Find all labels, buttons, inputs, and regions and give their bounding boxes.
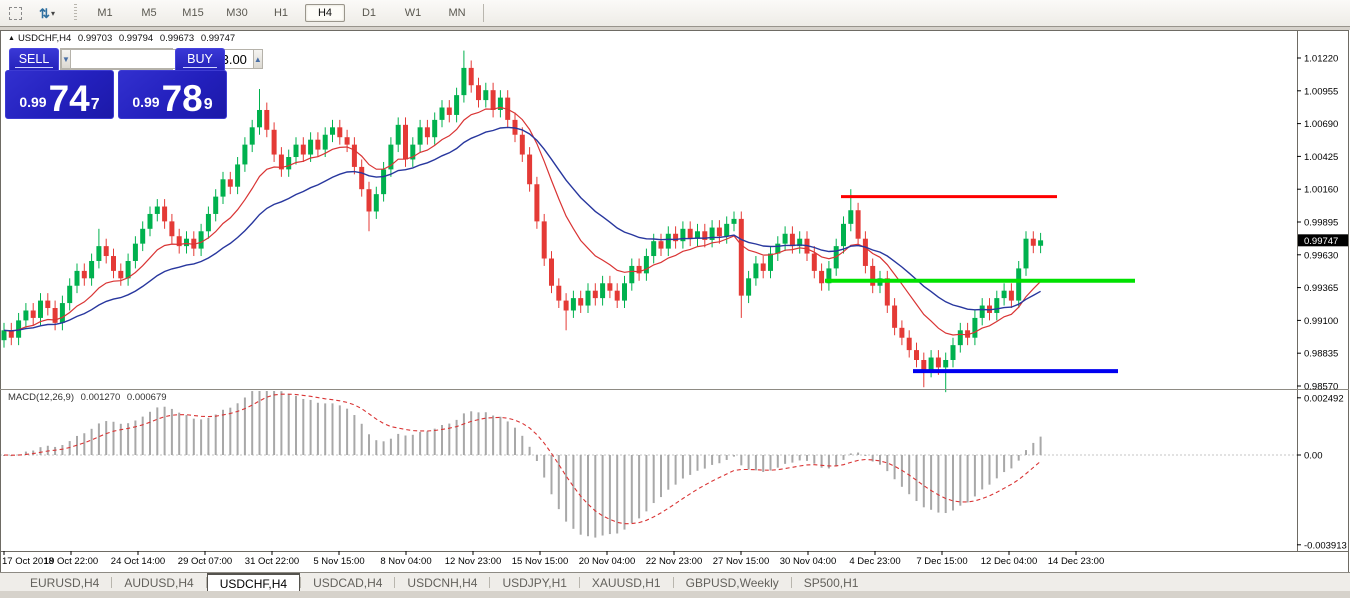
- arrange-charts-icon[interactable]: ⇅ ▾: [30, 3, 64, 23]
- buy-price-pips: 78: [162, 83, 203, 114]
- time-axis-label: 12 Dec 04:00: [981, 556, 1038, 567]
- timeframe-button-M5[interactable]: M5: [129, 4, 169, 22]
- sell-button[interactable]: SELL: [9, 48, 59, 70]
- chart-tab-USDJPY-H1[interactable]: USDJPY,H1: [490, 573, 578, 592]
- time-axis-label: 8 Nov 04:00: [380, 556, 431, 567]
- price-axis: 1.01220 1.00955 1.00690 1.00425 1.00160 0.998…: [1297, 54, 1348, 393]
- price-axis-label: 0.99630: [1304, 250, 1338, 261]
- toolbar-separator: [483, 4, 484, 22]
- selection-tool-icon[interactable]: [4, 3, 26, 23]
- chart-tab-AUDUSD-H4[interactable]: AUDUSD,H4: [112, 573, 205, 592]
- timeframe-button-D1[interactable]: D1: [349, 4, 389, 22]
- chart-tab-USDCAD-H4[interactable]: USDCAD,H4: [301, 573, 394, 592]
- ohlc-high: 0.99794: [119, 33, 153, 44]
- timeframe-button-H1[interactable]: H1: [261, 4, 301, 22]
- macd-axis-label: -0.003913: [1304, 540, 1347, 551]
- time-axis-label: 22 Nov 23:00: [646, 556, 703, 567]
- price-axis-label: 1.00690: [1304, 119, 1338, 130]
- price-axis-label: 0.98835: [1304, 349, 1338, 360]
- macd-axis-label: 0.002492: [1304, 393, 1344, 404]
- time-axis-label: 5 Nov 15:00: [313, 556, 364, 567]
- chart-tab-USDCHF-H4[interactable]: USDCHF,H4: [207, 573, 300, 592]
- volume-increase-button[interactable]: ▲: [253, 49, 263, 69]
- arrange-arrows-icon: ⇅: [39, 7, 50, 20]
- ohlc-low: 0.99673: [160, 33, 194, 44]
- sell-price-point: 7: [91, 96, 100, 114]
- price-axis-label: 0.99365: [1304, 283, 1338, 294]
- timeframe-button-M30[interactable]: M30: [217, 4, 257, 22]
- macd-axis: 0.002492 0.00 -0.003913: [1297, 393, 1347, 551]
- time-axis-label: 27 Nov 15:00: [713, 556, 770, 567]
- sell-price-pips: 74: [49, 83, 90, 114]
- macd-indicator-header: MACD(12,26,9) 0.001270 0.000679: [8, 392, 171, 403]
- time-axis-label: 14 Dec 23:00: [1048, 556, 1105, 567]
- macd-histogram: [3, 391, 1042, 538]
- time-axis: 17 Oct 201819 Oct 22:0024 Oct 14:0029 Oc…: [2, 551, 1104, 567]
- price-axis-label: 1.00160: [1304, 185, 1338, 196]
- ohlc-open: 0.99703: [78, 33, 112, 44]
- sell-price-panel[interactable]: 0.99 74 7: [5, 70, 114, 119]
- buy-price-prefix: 0.99: [132, 94, 159, 110]
- time-axis-label: 7 Dec 15:00: [916, 556, 967, 567]
- price-axis-label: 1.01220: [1304, 54, 1338, 65]
- timeframe-button-H4[interactable]: H4: [305, 4, 345, 22]
- macd-signal-value: 0.000679: [127, 392, 167, 403]
- buy-price-panel[interactable]: 0.99 78 9: [118, 70, 227, 119]
- sell-price-prefix: 0.99: [19, 94, 46, 110]
- symbol-header: ▲USDCHF,H4 0.99703 0.99794 0.99673 0.997…: [8, 33, 239, 44]
- price-axis-label: 0.99895: [1304, 217, 1338, 228]
- price-axis-label: 0.99100: [1304, 316, 1338, 327]
- buy-button-label: BUY: [183, 52, 217, 68]
- mt4-terminal: { "toolbar": { "tools": [ {"name": "sele…: [0, 0, 1350, 598]
- chart-tab-GBPUSD-Weekly[interactable]: GBPUSD,Weekly: [674, 573, 791, 592]
- volume-input[interactable]: [71, 49, 253, 69]
- time-axis-label: 20 Nov 04:00: [579, 556, 636, 567]
- time-axis-label: 24 Oct 14:00: [111, 556, 165, 567]
- collapse-arrow-icon[interactable]: ▲: [8, 35, 15, 42]
- timeframe-button-M15[interactable]: M15: [173, 4, 213, 22]
- time-axis-label: 30 Nov 04:00: [780, 556, 837, 567]
- chart-tab-EURUSD-H4[interactable]: EURUSD,H4: [18, 573, 111, 592]
- time-axis-label: 19 Oct 22:00: [44, 556, 98, 567]
- current-price-label: 0.99747: [1304, 236, 1338, 247]
- timeframe-button-M1[interactable]: M1: [85, 4, 125, 22]
- one-click-trading-panel: SELL ▼ ▲ BUY 0.99 74 7 0.99 78 9: [5, 48, 227, 119]
- dropdown-caret-icon: ▾: [51, 9, 55, 18]
- ohlc-close: 0.99747: [201, 33, 235, 44]
- buy-price-point: 9: [204, 96, 213, 114]
- chart-tab-USDCNH-H4[interactable]: USDCNH,H4: [395, 573, 489, 592]
- macd-value: 0.001270: [81, 392, 121, 403]
- time-axis-label: 15 Nov 15:00: [512, 556, 569, 567]
- timeframe-button-MN[interactable]: MN: [437, 4, 477, 22]
- price-axis-label: 1.00425: [1304, 152, 1338, 163]
- time-axis-label: 12 Nov 23:00: [445, 556, 502, 567]
- chart-tab-bar: EURUSD,H4AUDUSD,H4USDCHF,H4USDCAD,H4USDC…: [0, 572, 1350, 592]
- time-axis-label: 29 Oct 07:00: [178, 556, 232, 567]
- macd-name: MACD(12,26,9): [8, 392, 74, 403]
- toolbar-grip: [74, 4, 77, 22]
- buy-button[interactable]: BUY: [175, 48, 225, 70]
- price-axis-label: 0.98570: [1304, 381, 1338, 392]
- macd-axis-label: 0.00: [1304, 451, 1323, 462]
- top-toolbar: ⇅ ▾ M1M5M15M30H1H4D1W1MN: [0, 0, 1350, 27]
- chart-tab-SP500-H1[interactable]: SP500,H1: [792, 573, 871, 592]
- volume-decrease-button[interactable]: ▼: [61, 49, 71, 69]
- time-axis-label: 31 Oct 22:00: [245, 556, 299, 567]
- macd-signal-line: [4, 394, 1041, 524]
- time-axis-label: 4 Dec 23:00: [849, 556, 900, 567]
- symbol-name: USDCHF,H4: [18, 33, 71, 44]
- timeframe-button-W1[interactable]: W1: [393, 4, 433, 22]
- window-bottom-strip: [0, 591, 1350, 598]
- price-axis-label: 1.00955: [1304, 86, 1338, 97]
- chart-tab-XAUUSD-H1[interactable]: XAUUSD,H1: [580, 573, 673, 592]
- volume-spinner: ▼ ▲: [60, 48, 173, 70]
- sell-button-label: SELL: [15, 52, 54, 68]
